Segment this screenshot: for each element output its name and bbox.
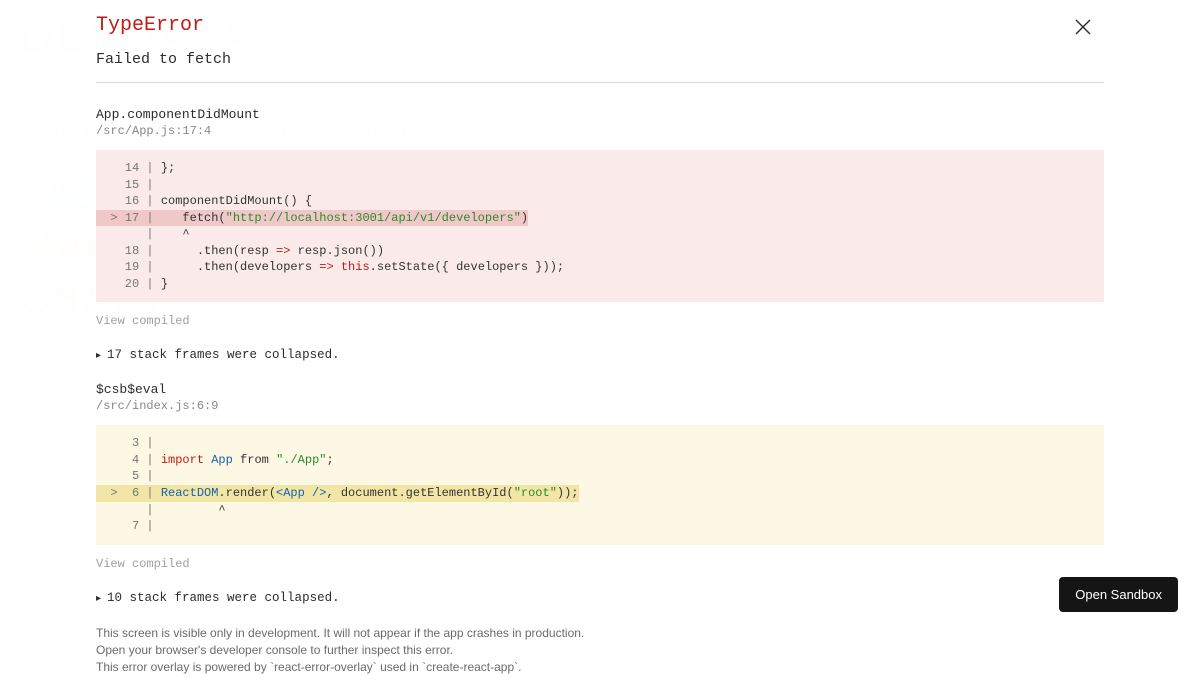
code-block: 14 | }; 15 | 16 | componentDidMount() { … — [96, 150, 1104, 302]
stack-frame-location: /src/index.js:6:9 — [96, 399, 1104, 413]
close-icon[interactable] — [1074, 18, 1092, 36]
footer-line: Open your browser's developer console to… — [96, 642, 1104, 659]
view-compiled-link[interactable]: View compiled — [96, 314, 1104, 328]
collapsed-frames-toggle[interactable]: 10 stack frames were collapsed. — [96, 591, 1104, 605]
error-type: TypeError — [96, 14, 1104, 37]
stack-frame-function: $csb$eval — [96, 382, 1104, 397]
stack-frame-function: App.componentDidMount — [96, 107, 1104, 122]
footer-note: This screen is visible only in developme… — [96, 625, 1104, 677]
collapsed-frames-toggle[interactable]: 17 stack frames were collapsed. — [96, 348, 1104, 362]
open-sandbox-button[interactable]: Open Sandbox — [1059, 577, 1178, 612]
view-compiled-link[interactable]: View compiled — [96, 557, 1104, 571]
footer-line: This error overlay is powered by `react-… — [96, 659, 1104, 676]
code-block: 3 | 4 | import App from "./App"; 5 | > 6… — [96, 425, 1104, 544]
error-overlay: TypeError Failed to fetch App.componentD… — [0, 0, 1200, 630]
stack-frame-location: /src/App.js:17:4 — [96, 124, 1104, 138]
footer-line: This screen is visible only in developme… — [96, 625, 1104, 642]
error-message: Failed to fetch — [96, 51, 1104, 83]
